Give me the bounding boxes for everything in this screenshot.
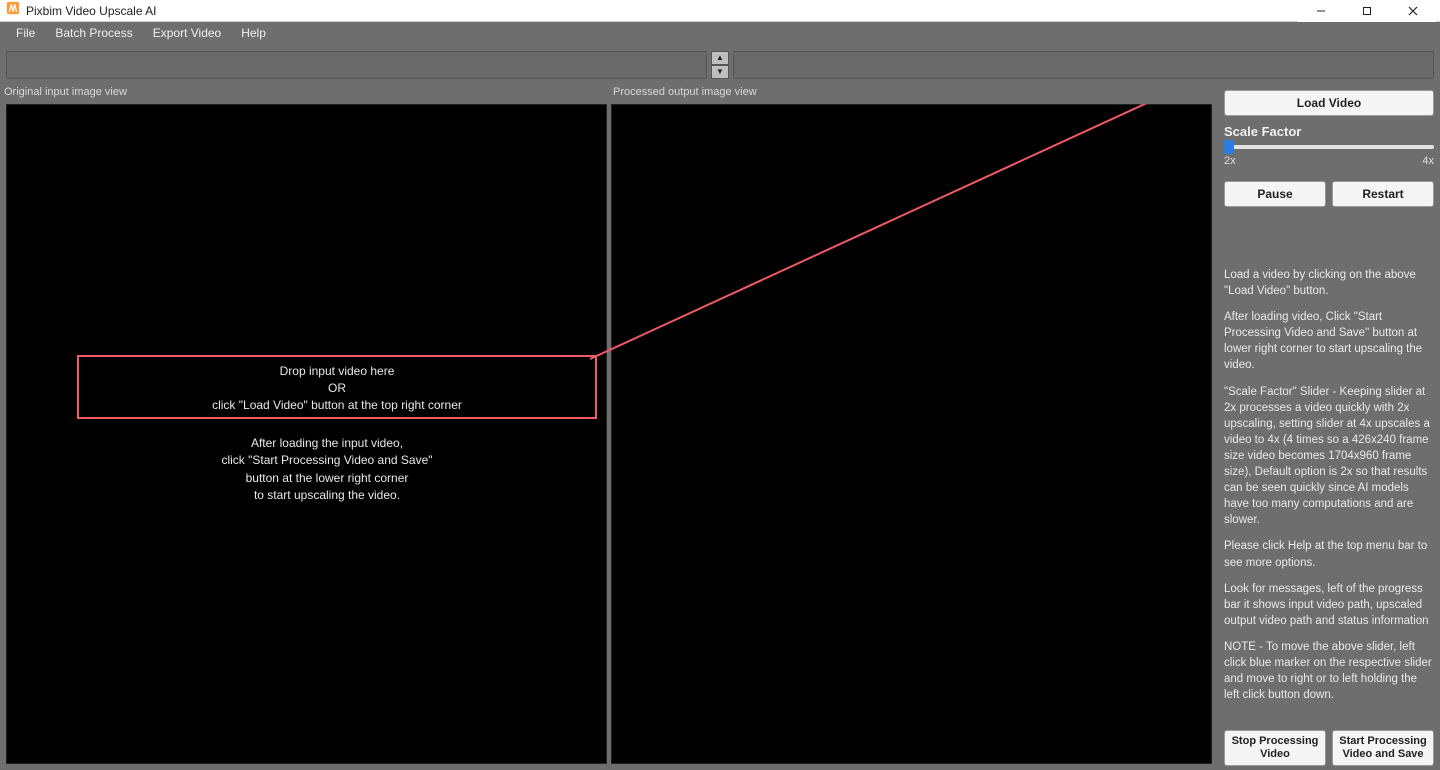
left-combo[interactable] [6, 51, 707, 79]
info-text: Load a video by clicking on the above "L… [1224, 267, 1434, 724]
spinner-up-button[interactable]: ▲ [711, 51, 729, 65]
slider-thumb[interactable] [1224, 140, 1234, 154]
spinner-controls: ▲ ▼ [711, 51, 729, 79]
info-p6: NOTE - To move the above slider, left cl… [1224, 639, 1434, 703]
maximize-button[interactable] [1344, 0, 1390, 22]
menu-file[interactable]: File [6, 24, 45, 42]
info-p2: After loading video, Click "Start Proces… [1224, 309, 1434, 373]
info-p5: Look for messages, left of the progress … [1224, 581, 1434, 629]
close-button[interactable] [1390, 0, 1436, 22]
afterload-l1: After loading the input video, [147, 435, 507, 452]
processed-view-label: Processed output image view [609, 86, 1218, 104]
tool-row: ▲ ▼ [0, 44, 1440, 86]
minimize-button[interactable] [1298, 0, 1344, 22]
afterload-l3: button at the lower right corner [147, 470, 507, 487]
drop-video-callout: Drop input video here OR click "Load Vid… [77, 355, 597, 419]
afterload-l2: click "Start Processing Video and Save" [147, 452, 507, 469]
scale-factor-slider[interactable]: 2x 4x [1224, 145, 1434, 167]
slider-tick-min: 2x [1224, 155, 1236, 167]
menu-export[interactable]: Export Video [143, 24, 232, 42]
load-video-button[interactable]: Load Video [1224, 90, 1434, 116]
after-load-hint: After loading the input video, click "St… [147, 435, 507, 505]
menu-batch[interactable]: Batch Process [45, 24, 142, 42]
info-p4: Please click Help at the top menu bar to… [1224, 538, 1434, 570]
processed-output-view [611, 104, 1212, 764]
original-input-view[interactable]: Drop input video here OR click "Load Vid… [6, 104, 607, 764]
right-combo[interactable] [733, 51, 1434, 79]
window-title: Pixbim Video Upscale AI [26, 4, 157, 18]
start-processing-button[interactable]: Start Processing Video and Save [1332, 730, 1434, 766]
restart-button[interactable]: Restart [1332, 181, 1434, 207]
window-controls [1298, 0, 1436, 22]
menubar: File Batch Process Export Video Help [0, 22, 1440, 44]
afterload-l4: to start upscaling the video. [147, 487, 507, 504]
spinner-down-button[interactable]: ▼ [711, 65, 729, 79]
menu-help[interactable]: Help [231, 24, 276, 42]
app-icon [6, 1, 20, 20]
callout-line1: Drop input video here [87, 363, 587, 380]
slider-tick-max: 4x [1422, 155, 1434, 167]
info-p3: "Scale Factor" Slider - Keeping slider a… [1224, 384, 1434, 529]
right-panel: Load Video Scale Factor 2x 4x Pause Rest… [1218, 86, 1440, 770]
scale-factor-label: Scale Factor [1224, 124, 1434, 139]
stop-processing-button[interactable]: Stop Processing Video [1224, 730, 1326, 766]
callout-line2: OR [87, 380, 587, 397]
titlebar: Pixbim Video Upscale AI [0, 0, 1440, 22]
info-p1: Load a video by clicking on the above "L… [1224, 267, 1434, 299]
pause-button[interactable]: Pause [1224, 181, 1326, 207]
original-view-label: Original input image view [0, 86, 609, 104]
callout-line3: click "Load Video" button at the top rig… [87, 397, 587, 414]
